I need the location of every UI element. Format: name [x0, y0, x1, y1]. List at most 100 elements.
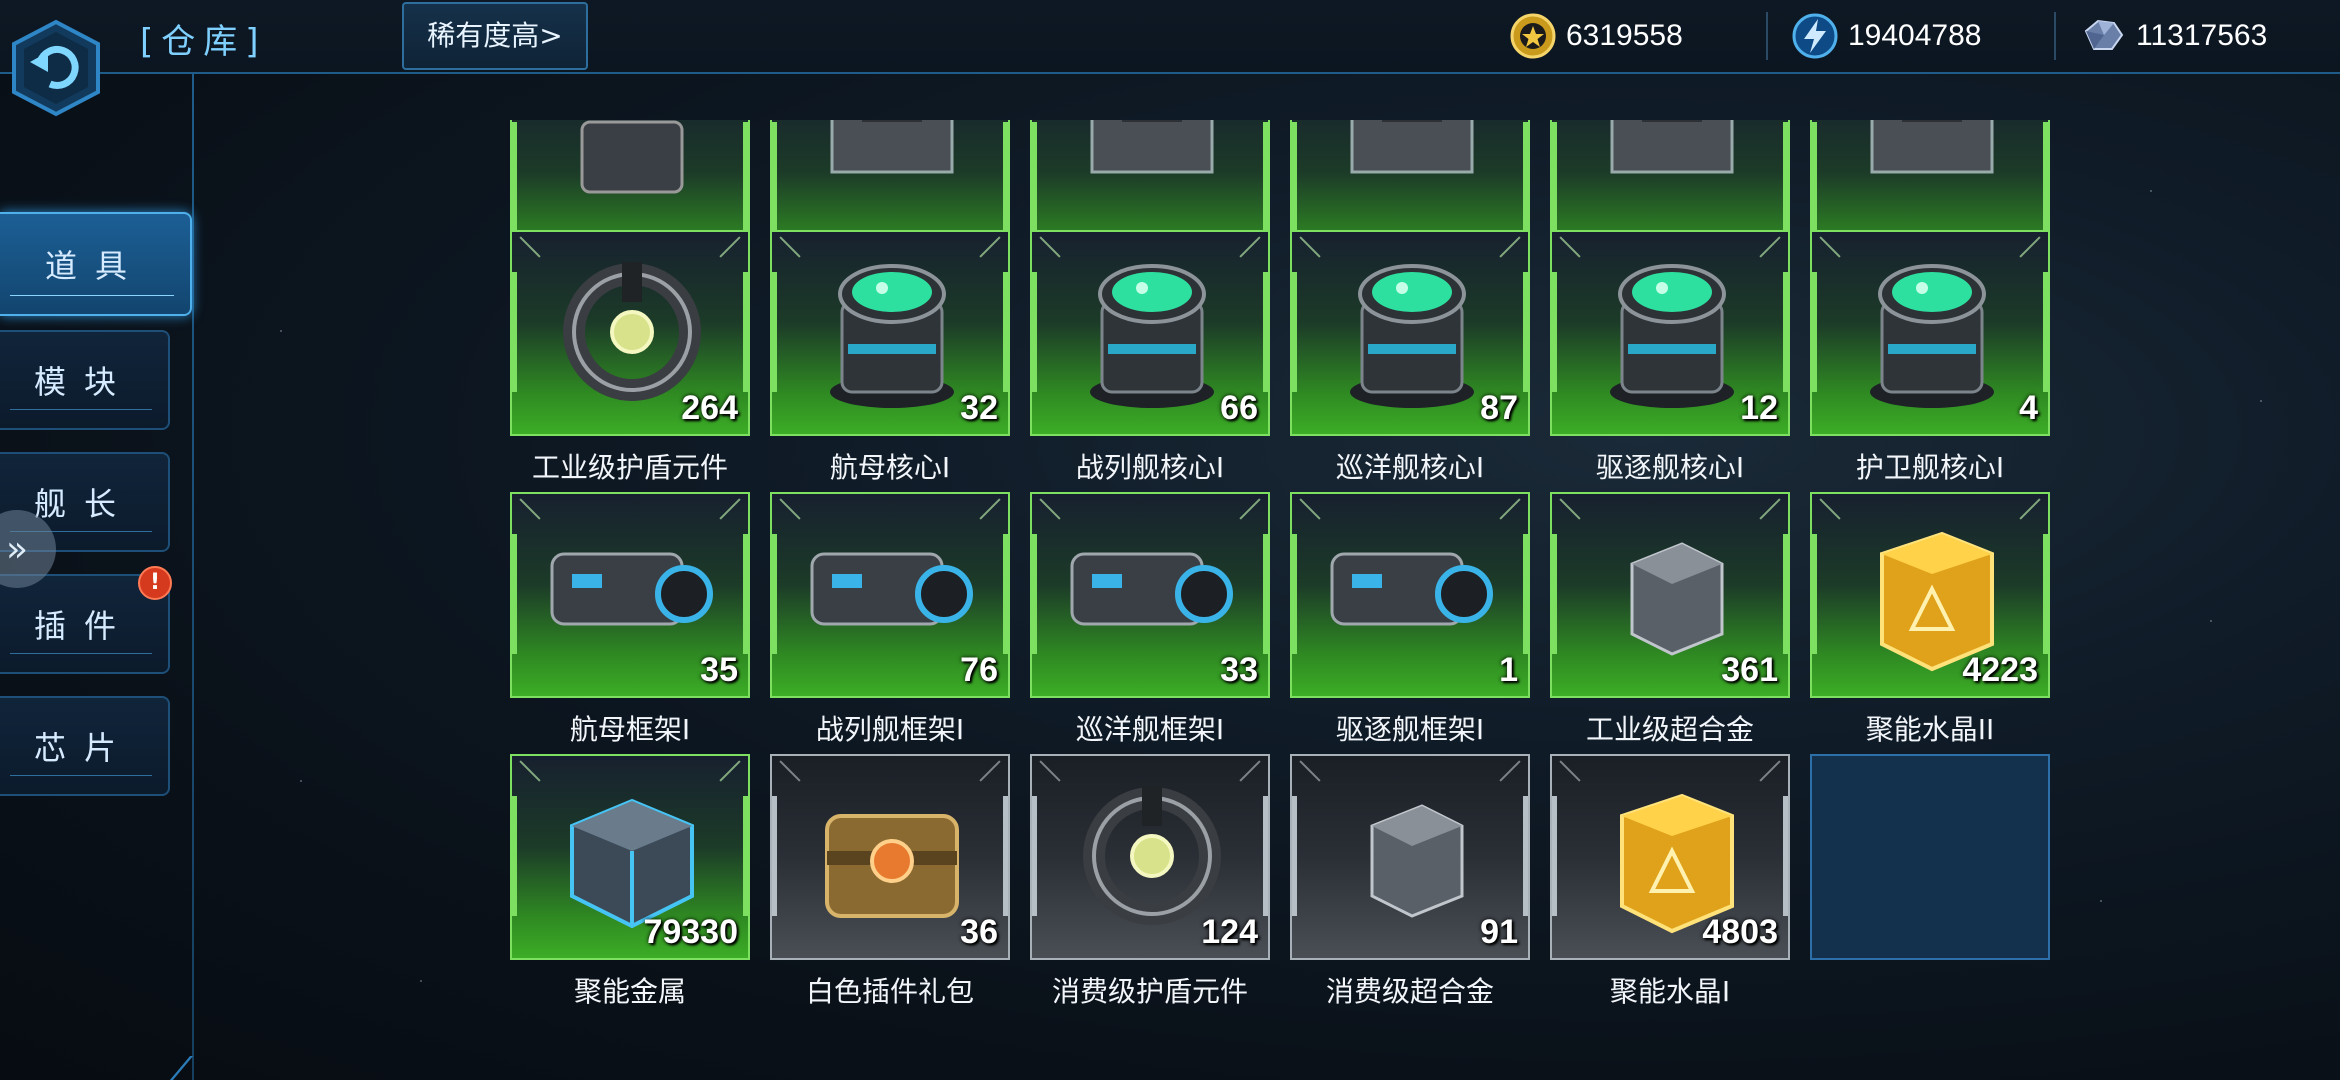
- inventory-item[interactable]: 4223 聚能水晶II: [1810, 492, 2050, 748]
- item-slot-frame: 1: [1290, 492, 1530, 698]
- inventory-item[interactable]: 91 消费级超合金: [1290, 754, 1530, 1010]
- frame-corner-decoration: [169, 1056, 234, 1080]
- item-count: 361: [1721, 651, 1778, 689]
- item-name: 聚能水晶I: [1609, 975, 1731, 1008]
- item-slot-frame: 32: [770, 230, 1010, 436]
- tab-modules[interactable]: 模块: [0, 330, 170, 430]
- inventory-item[interactable]: 87 巡洋舰核心I: [1290, 230, 1530, 486]
- item-name: 战列舰核心I: [1075, 451, 1225, 484]
- item-count: 4: [2019, 389, 2038, 427]
- resource-divider: [2054, 12, 2056, 60]
- inventory-item[interactable]: 4803 聚能水晶I: [1550, 754, 1790, 1010]
- reactor-core-icon: [1870, 264, 1994, 408]
- item-count: 4223: [1962, 651, 2038, 689]
- item-slot-frame: 264: [510, 230, 750, 436]
- item-count: 32: [960, 389, 998, 427]
- item-name: 消费级超合金: [1325, 975, 1494, 1008]
- item-slot-frame: 87: [1290, 230, 1530, 436]
- item-slot-frame: 124: [1030, 754, 1270, 960]
- item-name: 驱逐舰核心I: [1595, 451, 1745, 484]
- tab-items-label: 道具: [44, 247, 145, 285]
- inventory-item[interactable]: 35 航母框架I: [510, 492, 750, 748]
- gold-resource: 6319558: [1510, 10, 1683, 62]
- item-slot-frame: 76: [770, 492, 1010, 698]
- item-name: 驱逐舰框架I: [1335, 713, 1485, 746]
- item-count: 91: [1480, 913, 1518, 951]
- inventory-item[interactable]: 361 工业级超合金: [1550, 492, 1790, 748]
- item-slot-frame: 33: [1030, 492, 1270, 698]
- ship-frame-icon: [1330, 552, 1493, 626]
- item-slot-frame: 12: [1550, 230, 1790, 436]
- tab-modules-label: 模块: [33, 363, 134, 401]
- return-arrow-icon: [12, 19, 100, 117]
- item-slot-frame: 36: [770, 754, 1010, 960]
- item-count: 33: [1220, 651, 1258, 689]
- item-count: 12: [1740, 389, 1778, 427]
- item-name: 消费级护盾元件: [1051, 975, 1248, 1008]
- tab-plugins-label: 插件: [33, 607, 134, 645]
- inventory-item[interactable]: 1 驱逐舰框架I: [1290, 492, 1530, 748]
- crystal-amount: 11317563: [2136, 19, 2268, 52]
- inventory-item[interactable]: 36 白色插件礼包: [770, 754, 1010, 1010]
- tab-chips-label: 芯片: [33, 729, 134, 767]
- item-slot-frame: 4: [1810, 230, 2050, 436]
- item-name: 聚能金属: [573, 975, 686, 1008]
- item-count: 66: [1220, 389, 1258, 427]
- item-count: 124: [1201, 913, 1258, 951]
- inventory-item[interactable]: 33 巡洋舰框架I: [1030, 492, 1270, 748]
- item-slot-frame: 91: [1290, 754, 1530, 960]
- sidebar-divider: [192, 72, 194, 1080]
- back-button[interactable]: [6, 18, 106, 118]
- item-slot-frame: 361: [1550, 492, 1790, 698]
- double-chevron-right-icon: »: [5, 528, 29, 570]
- energy-bolt-icon: [1792, 13, 1838, 59]
- resource-divider: [1766, 12, 1768, 60]
- item-count: 76: [960, 651, 998, 689]
- top-bar: [0, 0, 2340, 74]
- item-slot-frame: 66: [1030, 230, 1270, 436]
- gold-coin-icon: [1510, 13, 1556, 59]
- item-name: 巡洋舰核心I: [1335, 451, 1485, 484]
- item-name: 白色插件礼包: [805, 975, 974, 1008]
- tab-chips[interactable]: 芯片: [0, 696, 170, 796]
- inventory-item[interactable]: 76 战列舰框架I: [770, 492, 1010, 748]
- item-name: 航母框架I: [569, 713, 691, 746]
- item-count: 264: [681, 389, 738, 427]
- item-name: 工业级超合金: [1585, 713, 1754, 746]
- item-slot-frame: 35: [510, 492, 750, 698]
- item-name: 战列舰框架I: [815, 713, 965, 746]
- sort-rarity-button[interactable]: 稀有度高>: [402, 2, 588, 70]
- energy-resource: 19404788: [1792, 10, 1981, 62]
- page-title: [仓库]: [140, 22, 267, 62]
- inventory-item[interactable]: 12 驱逐舰核心I: [1550, 230, 1790, 486]
- inventory-item[interactable]: 79330 聚能金属: [510, 754, 750, 1010]
- inventory-item[interactable]: 66 战列舰核心I: [1030, 230, 1270, 486]
- crystal-resource: 11317563: [2080, 10, 2267, 62]
- item-slot-frame: 79330: [510, 754, 750, 960]
- inventory-item[interactable]: 32 航母核心I: [770, 230, 1010, 486]
- crystal-ore-icon: [2084, 19, 2124, 50]
- item-name: 护卫舰核心I: [1855, 451, 2005, 484]
- inventory-item[interactable]: 4 护卫舰核心I: [1810, 230, 2050, 486]
- item-count: 36: [960, 913, 998, 951]
- item-count: 1: [1499, 651, 1518, 689]
- inventory-item[interactable]: 124 消费级护盾元件: [1030, 754, 1270, 1010]
- inventory-grid: 40绿色插件礼包27航母护盾核心I39战列舰护盾核心I14巡洋舰护盾核心I3驱逐…: [510, 120, 2058, 1080]
- item-count: 79330: [643, 913, 738, 951]
- empty-inventory-slot: [1810, 754, 2050, 960]
- item-count: 35: [700, 651, 738, 689]
- item-name: 聚能水晶II: [1865, 713, 1995, 746]
- item-name: 工业级护盾元件: [531, 451, 728, 484]
- item-slot-frame: 4223: [1810, 492, 2050, 698]
- notification-badge: !: [138, 566, 172, 600]
- item-name: 航母核心I: [829, 451, 951, 484]
- tab-captains-label: 舰长: [33, 485, 134, 523]
- energy-amount: 19404788: [1848, 19, 1982, 52]
- gold-amount: 6319558: [1566, 19, 1683, 52]
- inventory-item[interactable]: 264 工业级护盾元件: [510, 230, 750, 486]
- tab-items[interactable]: 道具: [0, 212, 192, 316]
- item-count: 87: [1480, 389, 1518, 427]
- item-name: 巡洋舰框架I: [1075, 713, 1225, 746]
- item-count: 4803: [1702, 913, 1778, 951]
- item-slot-frame: 4803: [1550, 754, 1790, 960]
